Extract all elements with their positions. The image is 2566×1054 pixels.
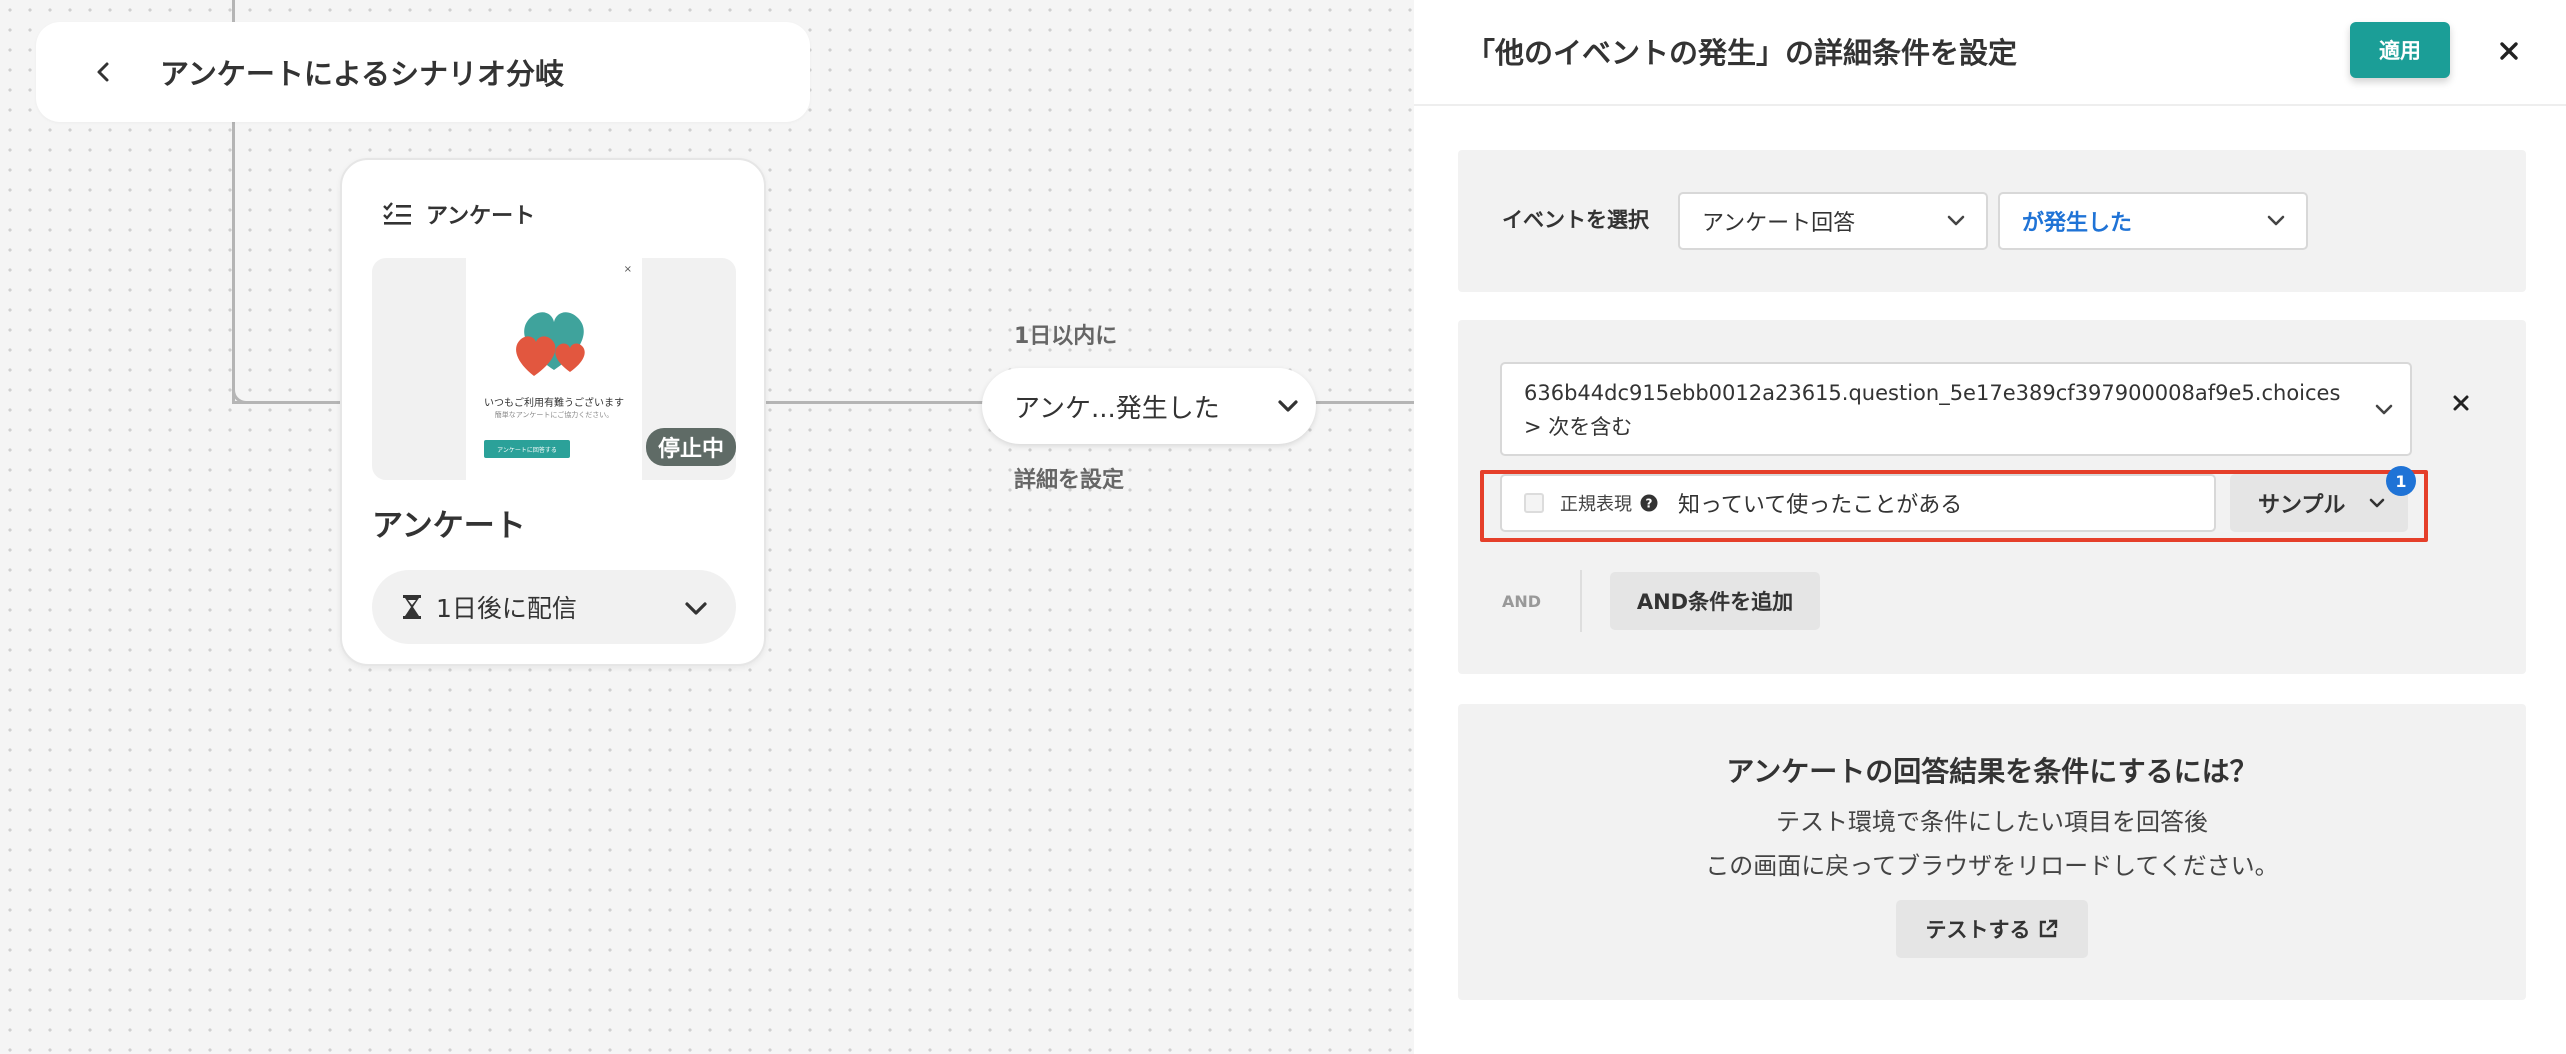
hourglass-icon — [403, 595, 421, 619]
chevron-down-icon — [2375, 404, 2393, 415]
condition-detail-panel: 「他のイベントの発生」の詳細条件を設定 適用 イベントを選択 アンケート回答 が… — [1414, 0, 2566, 1054]
edge-condition-label: アンケ...発生した — [1014, 393, 1220, 424]
preview-sub-message: 簡単なアンケートにご協力ください。 — [494, 411, 614, 419]
and-divider — [1580, 570, 1582, 632]
apply-button[interactable]: 適用 — [2350, 22, 2450, 78]
survey-tip-section: アンケートの回答結果を条件にするには？ テスト環境で条件にしたい項目を回答後 こ… — [1458, 704, 2526, 1000]
help-icon[interactable]: ? — [1640, 494, 1658, 512]
add-and-condition-button[interactable]: AND条件を追加 — [1610, 572, 1820, 630]
edge-detail-link[interactable]: 詳細を設定 — [1014, 462, 1124, 494]
condition-field-value: 636b44dc915ebb0012a23615.question_5e17e3… — [1524, 381, 2341, 439]
preview-message: いつもご利用有難うございます — [484, 398, 624, 409]
panel-header: 「他のイベントの発生」の詳細条件を設定 適用 — [1414, 0, 2566, 106]
tip-line-2: この画面に戻ってブラウザをリロードしてください。 — [1705, 852, 2279, 880]
regex-label: 正規表現 — [1560, 494, 1632, 515]
edge-time-label: 1日以内に — [1014, 324, 1118, 349]
chevron-left-icon[interactable] — [84, 52, 124, 92]
scenario-title: アンケートによるシナリオ分岐 — [160, 57, 564, 91]
sample-count-badge: 1 — [2386, 466, 2416, 496]
connector-horizontal-right — [766, 401, 986, 404]
sample-dropdown-button[interactable]: サンプル — [2230, 474, 2408, 532]
node-name: アンケート — [372, 508, 526, 544]
external-link-icon — [2039, 919, 2057, 938]
test-button-label: テストする — [1925, 918, 2031, 942]
event-select-label: イベントを選択 — [1502, 208, 1649, 232]
edge-condition-dropdown[interactable]: アンケ...発生した — [982, 368, 1316, 444]
condition-section: 636b44dc915ebb0012a23615.question_5e17e3… — [1458, 320, 2526, 674]
svg-text:?: ? — [1646, 497, 1653, 511]
survey-preview: × いつもご利用有難うございます 簡単なアンケートにご協力ください。 アンケート… — [372, 258, 736, 480]
delivery-timing-dropdown[interactable]: 1日後に配信 — [372, 570, 736, 644]
chevron-down-icon — [685, 602, 707, 615]
condition-value-input[interactable]: 正規表現 ? 知っていて使ったことがある — [1500, 474, 2216, 532]
preview-close-icon: × — [623, 264, 632, 275]
preview-answer-button: アンケートに回答する — [484, 440, 570, 458]
tip-title: アンケートの回答結果を条件にするには？ — [1726, 755, 2258, 788]
close-icon[interactable] — [2492, 34, 2526, 68]
node-type-label: アンケート — [426, 204, 536, 229]
test-button[interactable]: テストする — [1896, 900, 2088, 958]
sample-label: サンプル — [2258, 493, 2346, 518]
hearts-illustration-icon — [516, 312, 585, 376]
checklist-icon — [383, 202, 411, 225]
chevron-down-icon — [2267, 215, 2285, 226]
event-select-section: イベントを選択 アンケート回答 が発生した — [1458, 150, 2526, 292]
remove-condition-icon[interactable] — [2448, 390, 2474, 416]
survey-node[interactable]: アンケート × いつもご利用有難うございます 簡単なアンケートにご協力ください。… — [340, 158, 766, 666]
tip-line-1: テスト環境で条件にしたい項目を回答後 — [1776, 808, 2208, 836]
scenario-header: アンケートによるシナリオ分岐 — [36, 22, 810, 122]
panel-title: 「他のイベントの発生」の詳細条件を設定 — [1466, 36, 2018, 70]
condition-field-select[interactable]: 636b44dc915ebb0012a23615.question_5e17e3… — [1500, 362, 2412, 456]
status-badge: 停止中 — [645, 428, 736, 466]
and-label: AND — [1502, 592, 1542, 611]
event-type-select[interactable]: アンケート回答 — [1678, 192, 1988, 250]
preview-popup: × いつもご利用有難うございます 簡単なアンケートにご協力ください。 アンケート… — [466, 258, 642, 480]
chevron-down-icon — [1278, 400, 1298, 412]
occurrence-value: が発生した — [2022, 211, 2133, 236]
connector-horizontal-end — [1316, 401, 1414, 404]
event-type-value: アンケート回答 — [1702, 211, 1856, 236]
chevron-down-icon — [1947, 215, 1965, 226]
chevron-down-icon — [2369, 498, 2385, 508]
regex-checkbox[interactable] — [1524, 493, 1544, 513]
occurrence-select[interactable]: が発生した — [1998, 192, 2308, 250]
node-type-header: アンケート — [382, 198, 535, 230]
condition-value-text: 知っていて使ったことがある — [1678, 493, 1963, 518]
delivery-timing-label: 1日後に配信 — [436, 594, 577, 623]
